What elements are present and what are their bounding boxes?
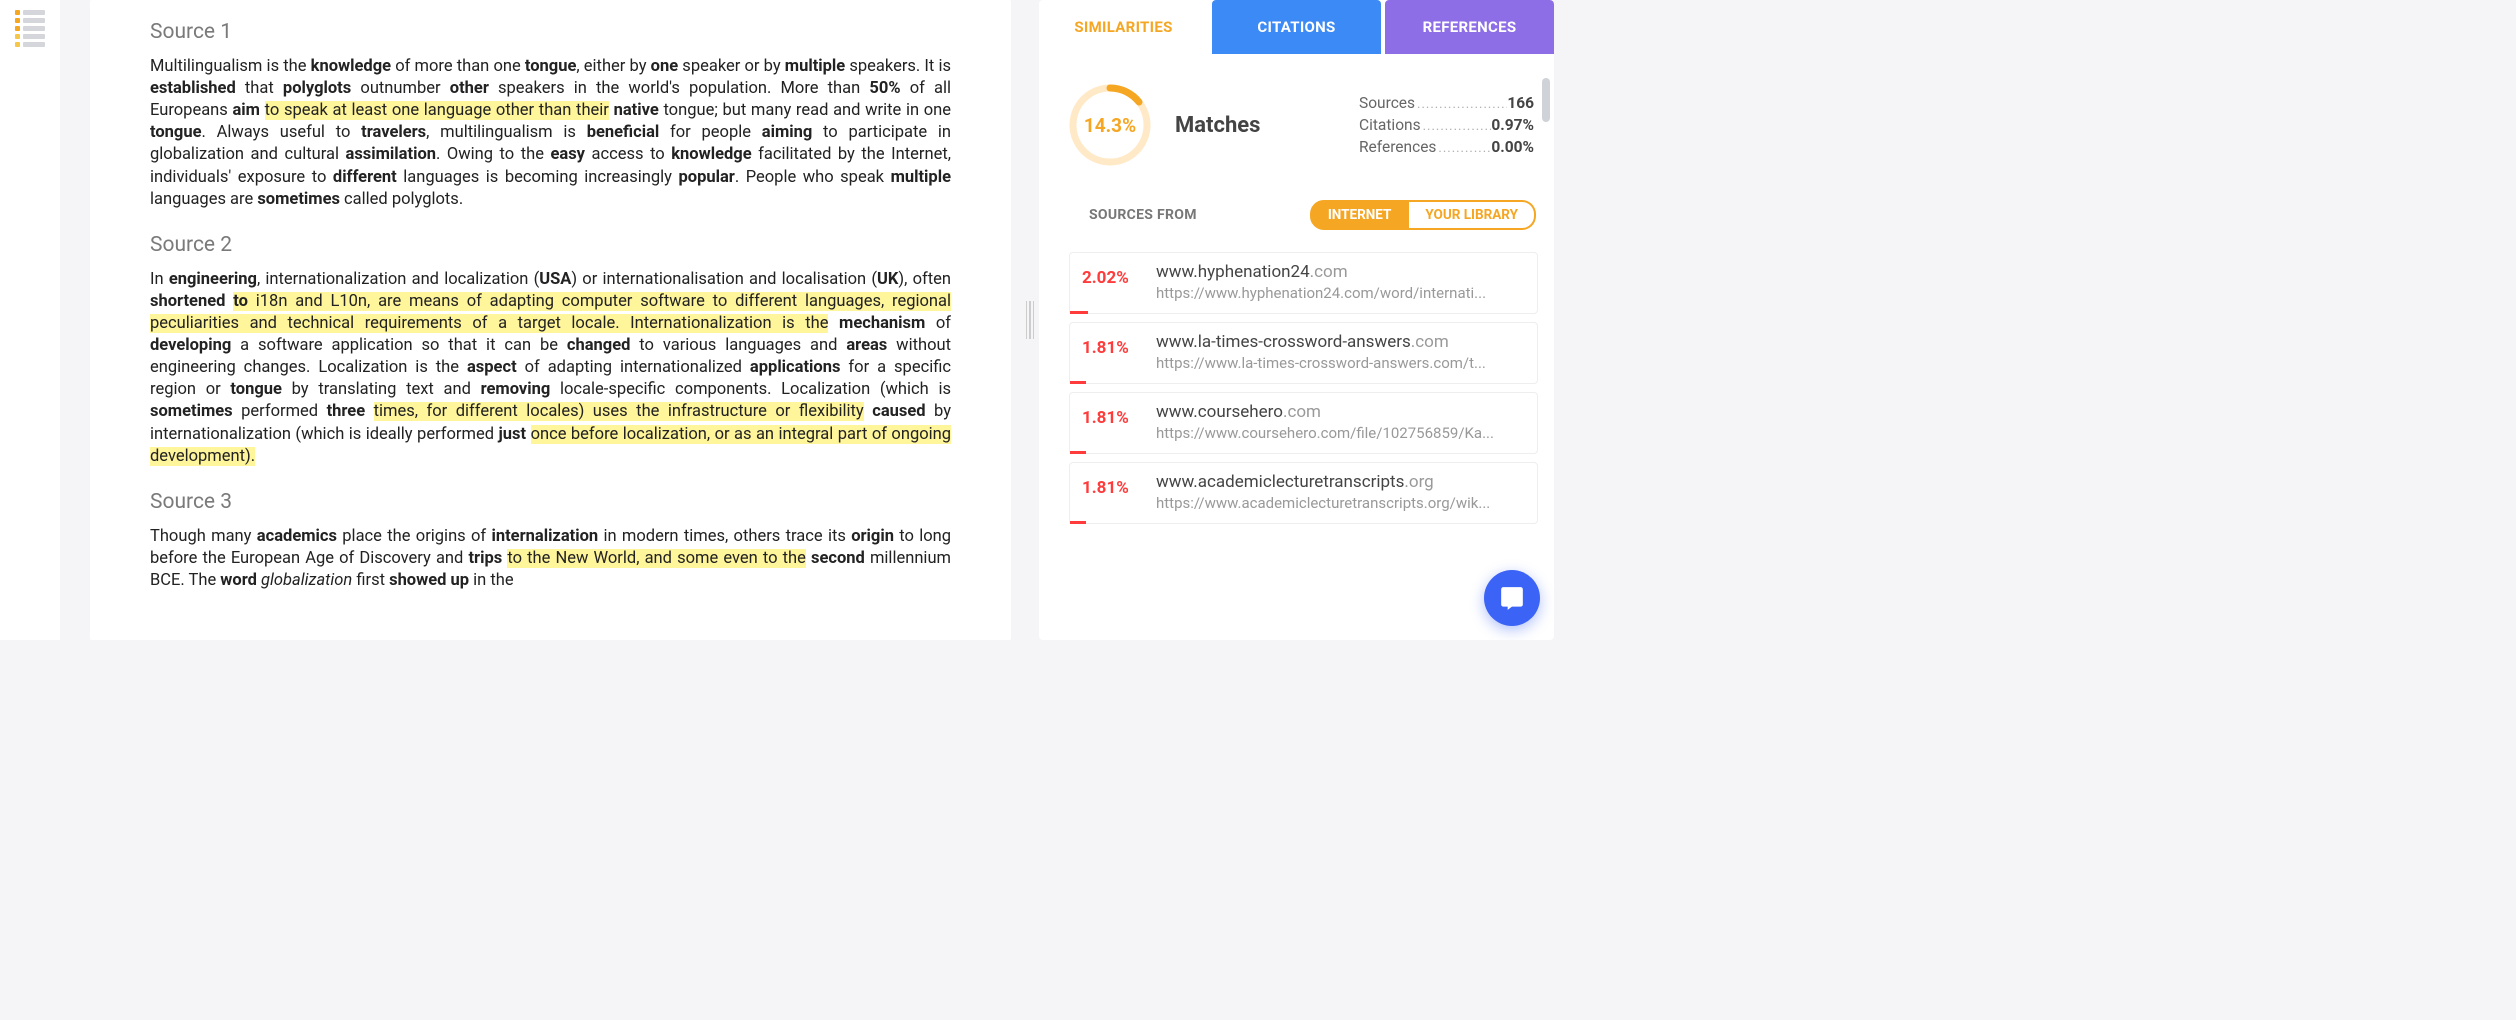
outline-icon[interactable] — [11, 6, 49, 44]
source-item[interactable]: 1.81% www.coursehero.com https://www.cours… — [1069, 392, 1538, 454]
match-summary: 14.3% Matches Sources ..................… — [1039, 54, 1554, 190]
source-domain: www.academiclecturetranscripts.org — [1156, 472, 1525, 492]
source-body: Though many academics place the origins … — [150, 526, 951, 592]
pill-internet[interactable]: INTERNET — [1310, 200, 1410, 230]
stat-value: 166 — [1507, 94, 1534, 112]
source-list: 2.02% www.hyphenation24.com https://www.hy… — [1039, 244, 1554, 524]
tab-bar: SIMILARITIES CITATIONS REFERENCES — [1039, 0, 1554, 54]
source-filter-pills: INTERNET YOUR LIBRARY — [1310, 200, 1536, 230]
sources-from-label: SOURCES FROM — [1089, 207, 1197, 223]
source-pct: 1.81% — [1082, 402, 1140, 442]
stat-label: Sources — [1359, 94, 1415, 112]
source-url: https://www.academiclecturetranscripts.o… — [1156, 494, 1525, 512]
stat-label: References — [1359, 138, 1436, 156]
tab-citations[interactable]: CITATIONS — [1212, 0, 1381, 54]
source-url: https://www.hyphenation24.com/word/inter… — [1156, 284, 1525, 302]
source-url: https://www.coursehero.com/file/10275685… — [1156, 424, 1525, 442]
stat-sources: Sources ........................ 166 — [1359, 94, 1534, 112]
tab-similarities[interactable]: SIMILARITIES — [1039, 0, 1208, 54]
panel-resize-handle[interactable] — [1021, 0, 1039, 640]
tab-references[interactable]: REFERENCES — [1385, 0, 1554, 54]
stat-references: References ........................ 0.00… — [1359, 138, 1534, 156]
stat-value: 0.97% — [1491, 116, 1534, 134]
document-viewer: Source 1 Multilingualism is the knowledge… — [90, 0, 1011, 640]
stat-value: 0.00% — [1491, 138, 1534, 156]
source-domain: www.la-times-crossword-answers.com — [1156, 332, 1525, 352]
match-ring: 14.3% — [1067, 82, 1153, 168]
source-heading: Source 1 — [150, 20, 951, 44]
source-domain: www.hyphenation24.com — [1156, 262, 1525, 282]
scrollbar-thumb[interactable] — [1542, 78, 1550, 122]
report-panel: SIMILARITIES CITATIONS REFERENCES 14.3% … — [1039, 0, 1554, 640]
chat-fab[interactable] — [1484, 570, 1540, 626]
source-url: https://www.la-times-crossword-answers.c… — [1156, 354, 1525, 372]
source-body: In engineering, internationalization and… — [150, 269, 951, 468]
source-body: Multilingualism is the knowledge of more… — [150, 56, 951, 211]
source-item[interactable]: 2.02% www.hyphenation24.com https://www.hy… — [1069, 252, 1538, 314]
source-domain: www.coursehero.com — [1156, 402, 1525, 422]
source-heading: Source 3 — [150, 490, 951, 514]
app-root: Source 1 Multilingualism is the knowledge… — [0, 0, 1560, 640]
matches-label: Matches — [1175, 113, 1260, 138]
sources-from-bar: SOURCES FROM INTERNET YOUR LIBRARY — [1039, 190, 1554, 244]
chat-icon — [1499, 585, 1525, 611]
source-pct: 1.81% — [1082, 472, 1140, 512]
match-pct: 14.3% — [1067, 82, 1153, 168]
source-item[interactable]: 1.81% www.la-times-crossword-answers.com h… — [1069, 322, 1538, 384]
match-stats: Sources ........................ 166 Cit… — [1359, 94, 1534, 156]
stat-label: Citations — [1359, 116, 1421, 134]
source-pct: 1.81% — [1082, 332, 1140, 372]
pill-your-library[interactable]: YOUR LIBRARY — [1409, 200, 1536, 230]
left-rail — [0, 0, 60, 640]
source-heading: Source 2 — [150, 233, 951, 257]
source-pct: 2.02% — [1082, 262, 1140, 302]
source-item[interactable]: 1.81% www.academiclecturetranscripts.org h… — [1069, 462, 1538, 524]
stat-citations: Citations ........................ 0.97% — [1359, 116, 1534, 134]
